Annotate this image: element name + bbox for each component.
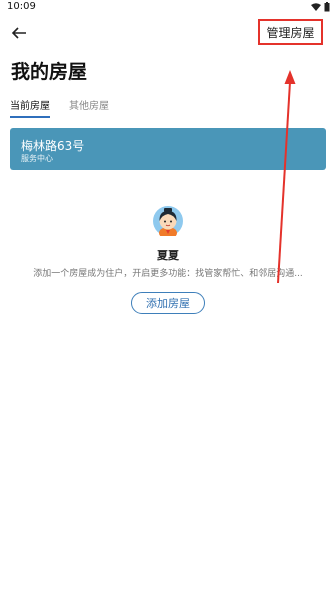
house-card-subtitle: 服务中心 <box>21 154 53 163</box>
house-card-title: 梅林路63号 <box>21 139 85 153</box>
back-arrow-icon[interactable] <box>10 24 28 42</box>
add-house-button[interactable]: 添加房屋 <box>131 292 205 314</box>
page-title: 我的房屋 <box>11 61 88 83</box>
manage-houses-button[interactable]: 管理房屋 <box>258 19 323 45</box>
house-card[interactable]: 梅林路63号 服务中心 <box>10 128 326 170</box>
tab-current-house[interactable]: 当前房屋 <box>10 97 50 118</box>
status-time: 10:09 <box>7 1 36 12</box>
assistant-name: 夏夏 <box>157 249 179 262</box>
house-tabs: 当前房屋 其他房屋 <box>10 97 109 118</box>
tab-other-houses[interactable]: 其他房屋 <box>69 97 109 118</box>
battery-icon <box>324 2 330 12</box>
status-icons <box>311 2 330 12</box>
assistant-description: 添加一个房屋成为住户，开启更多功能：找管家帮忙、和邻居沟通... <box>33 269 303 279</box>
assistant-avatar <box>153 206 183 236</box>
wifi-icon <box>311 2 321 11</box>
status-bar: 10:09 <box>0 0 336 14</box>
